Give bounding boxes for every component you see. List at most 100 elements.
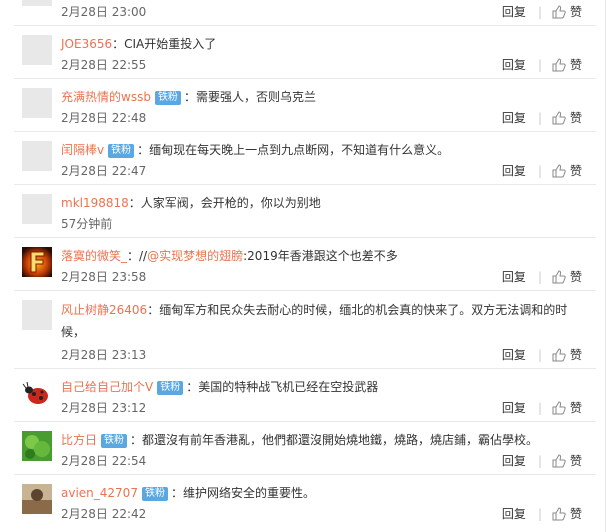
comment-actions: 回复 | 赞: [501, 401, 582, 415]
comment-item: 充满热情的wssb 铁粉 ：需要强人，否则乌克兰 2月28日 22:48 回复 | 赞: [14, 79, 596, 132]
comment-time: 2月28日 22:42: [61, 507, 147, 521]
comment-item: 落寞的微笑_：//@实现梦想的翅膀:2019年香港跟这个也差不多 2月28日 2…: [14, 238, 596, 291]
comment-text: ：人家军阀，会开枪的，你以为别地: [128, 196, 321, 210]
like-button[interactable]: 赞: [570, 401, 582, 415]
comment-text: ：缅甸现在每天晚上一点到九点断网，不知道有什么意义。: [137, 143, 450, 157]
reply-button[interactable]: 回复: [502, 58, 526, 72]
like-button[interactable]: 赞: [570, 58, 582, 72]
reply-button[interactable]: 回复: [502, 5, 526, 19]
comment-item: 2月28日 23:00 回复 | 赞: [14, 0, 596, 26]
comment-list: 2月28日 23:00 回复 | 赞 JOE3656：CIA开始重投入了 2月28日…: [14, 0, 596, 532]
comment-time: 2月28日 23:13: [61, 348, 147, 362]
comment-actions: 回复 | 赞: [501, 111, 582, 125]
thumbs-up-icon[interactable]: [552, 164, 566, 178]
avatar[interactable]: [22, 300, 52, 330]
avatar[interactable]: [22, 35, 52, 65]
username-link[interactable]: JOE3656: [61, 37, 112, 51]
like-button[interactable]: 赞: [570, 454, 582, 468]
comment-text: ：维护网络安全的重要性。: [170, 486, 315, 500]
username-link[interactable]: 自己给自己加个V: [61, 380, 153, 394]
comment-actions: 回复 | 赞: [501, 58, 582, 72]
comment-item: mkl198818：人家军阀，会开枪的，你以为别地 57分钟前: [14, 185, 596, 238]
comment-time: 2月28日 22:48: [61, 111, 147, 125]
username-link[interactable]: 风止树静26406: [61, 303, 147, 317]
comment-body: 充满热情的wssb 铁粉 ：需要强人，否则乌克兰: [61, 87, 591, 107]
reply-button[interactable]: 回复: [502, 111, 526, 125]
reply-button[interactable]: 回复: [502, 401, 526, 415]
thumbs-up-icon[interactable]: [552, 454, 566, 468]
username-link[interactable]: 落寞的微笑_: [61, 249, 127, 263]
reply-button[interactable]: 回复: [502, 454, 526, 468]
comment-item: 风止树静26406：缅甸军方和民众失去耐心的时候，缅北的机会真的快来了。双方无法…: [14, 291, 596, 369]
comment-item: avien_42707 铁粉 ：维护网络安全的重要性。 2月28日 22:42 回复…: [14, 475, 596, 532]
fan-badge: 铁粉: [101, 434, 128, 448]
comment-time: 2月28日 22:47: [61, 164, 147, 178]
comment-item: 比方日 铁粉 ：都還沒有前年香港亂，他們都還沒開始燒地鐵，燒路，燒店鋪，霸佔學校。 …: [14, 422, 596, 475]
avatar[interactable]: [22, 88, 52, 118]
reply-button[interactable]: 回复: [502, 348, 526, 362]
comment-body: mkl198818：人家军阀，会开枪的，你以为别地: [61, 193, 591, 213]
avatar[interactable]: [22, 431, 52, 461]
like-button[interactable]: 赞: [570, 507, 582, 521]
thumbs-up-icon[interactable]: [552, 507, 566, 521]
username-link[interactable]: 闰隔棒v: [61, 143, 104, 157]
comment-time: 2月28日 23:58: [61, 270, 147, 284]
comment-time: 2月28日 23:00: [61, 5, 147, 19]
comment-body: 落寞的微笑_：//@实现梦想的翅膀:2019年香港跟这个也差不多: [61, 246, 591, 266]
comment-item: JOE3656：CIA开始重投入了 2月28日 22:55 回复 | 赞: [14, 26, 596, 79]
comment-body: 自己给自己加个V 铁粉 ：美国的特种战飞机已经在空投武器: [61, 377, 591, 397]
comment-body: JOE3656：CIA开始重投入了: [61, 34, 591, 54]
comment-body: 风止树静26406：缅甸军方和民众失去耐心的时候，缅北的机会真的快来了。双方无法…: [61, 299, 591, 343]
comment-actions: 回复 | 赞: [501, 5, 582, 19]
mention-link[interactable]: @实现梦想的翅膀: [147, 249, 243, 263]
reply-button[interactable]: 回复: [502, 270, 526, 284]
comment-time: 2月28日 22:54: [61, 454, 147, 468]
thumbs-up-icon[interactable]: [552, 348, 566, 362]
thumbs-up-icon[interactable]: [552, 58, 566, 72]
avatar[interactable]: [22, 194, 52, 224]
comment-item: 自己给自己加个V 铁粉 ：美国的特种战飞机已经在空投武器 2月28日 23:12 回…: [14, 369, 596, 422]
comment-text-prefix: ：//: [127, 249, 148, 263]
avatar[interactable]: [22, 484, 52, 514]
like-button[interactable]: 赞: [570, 348, 582, 362]
comment-panel: 2月28日 23:00 回复 | 赞 JOE3656：CIA开始重投入了 2月28日…: [0, 0, 606, 532]
thumbs-up-icon[interactable]: [552, 5, 566, 19]
username-link[interactable]: 充满热情的wssb: [61, 90, 151, 104]
comment-text: ：都還沒有前年香港亂，他們都還沒開始燒地鐵，燒路，燒店鋪，霸佔學校。: [130, 433, 539, 447]
comment-actions: 回复 | 赞: [501, 164, 582, 178]
fan-badge: 铁粉: [108, 144, 135, 158]
avatar[interactable]: [22, 378, 52, 408]
username-link[interactable]: mkl198818: [61, 196, 129, 210]
comment-time: 2月28日 22:55: [61, 58, 147, 72]
like-button[interactable]: 赞: [570, 164, 582, 178]
comment-text: ：需要强人，否则乌克兰: [183, 90, 316, 104]
like-button[interactable]: 赞: [570, 111, 582, 125]
fan-badge: 铁粉: [157, 381, 184, 395]
avatar[interactable]: [22, 247, 52, 277]
avatar[interactable]: [22, 141, 52, 171]
fan-badge: 铁粉: [141, 487, 168, 501]
comment-text: :2019年香港跟这个也差不多: [243, 249, 398, 263]
comment-time: 57分钟前: [61, 217, 113, 231]
thumbs-up-icon[interactable]: [552, 270, 566, 284]
comment-actions: 回复 | 赞: [501, 507, 582, 521]
comment-text: ：CIA开始重投入了: [112, 37, 217, 51]
comment-body: avien_42707 铁粉 ：维护网络安全的重要性。: [61, 483, 591, 503]
thumbs-up-icon[interactable]: [552, 111, 566, 125]
comment-actions: 回复 | 赞: [501, 348, 582, 362]
reply-button[interactable]: 回复: [502, 164, 526, 178]
avatar[interactable]: [22, 0, 52, 6]
username-link[interactable]: 比方日: [61, 433, 97, 447]
comment-text: ：美国的特种战飞机已经在空投武器: [186, 380, 379, 394]
like-button[interactable]: 赞: [570, 270, 582, 284]
comment-body: 闰隔棒v 铁粉 ：缅甸现在每天晚上一点到九点断网，不知道有什么意义。: [61, 140, 591, 160]
comment-item: 闰隔棒v 铁粉 ：缅甸现在每天晚上一点到九点断网，不知道有什么意义。 2月28日 2…: [14, 132, 596, 185]
fan-badge: 铁粉: [154, 91, 181, 105]
reply-button[interactable]: 回复: [502, 507, 526, 521]
comment-body: 比方日 铁粉 ：都還沒有前年香港亂，他們都還沒開始燒地鐵，燒路，燒店鋪，霸佔學校。: [61, 430, 591, 450]
username-link[interactable]: avien_42707: [61, 486, 138, 500]
comment-actions: 回复 | 赞: [501, 454, 582, 468]
comment-actions: 回复 | 赞: [501, 270, 582, 284]
like-button[interactable]: 赞: [570, 5, 582, 19]
thumbs-up-icon[interactable]: [552, 401, 566, 415]
